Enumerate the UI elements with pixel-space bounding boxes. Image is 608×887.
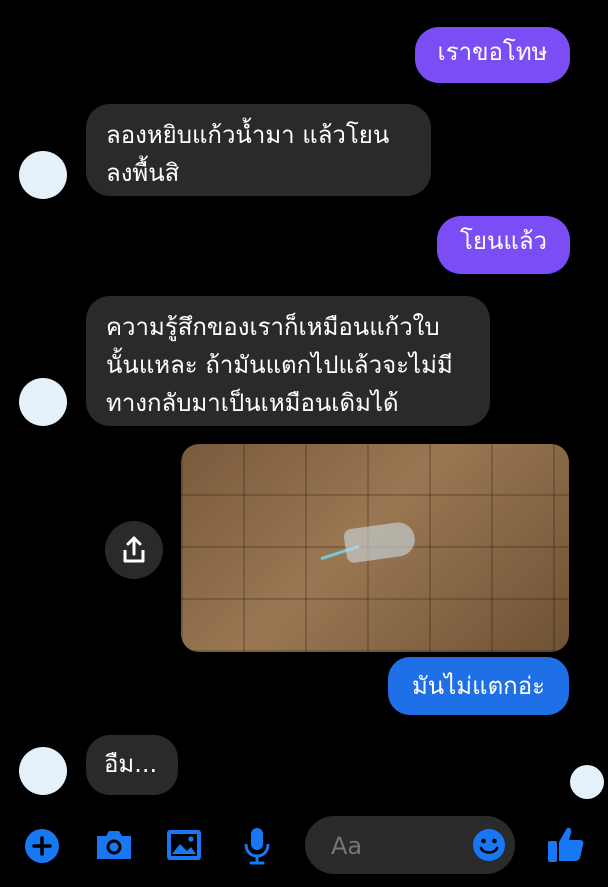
share-button[interactable] <box>105 521 163 579</box>
thumbs-up-icon[interactable] <box>545 823 587 865</box>
message-incoming[interactable]: อืม... <box>86 735 178 795</box>
message-text-line: นั้นแหละ ถ้ามันแตกไปแล้วจะไม่มี <box>106 351 453 379</box>
avatar[interactable] <box>19 378 67 426</box>
microphone-icon[interactable] <box>240 826 274 866</box>
plus-icon[interactable] <box>24 828 60 864</box>
message-text: เราขอโทษ <box>437 38 548 66</box>
message-outgoing[interactable]: มันไม่แตกอ่ะ <box>388 657 569 715</box>
message-outgoing[interactable]: โยนแล้ว <box>437 216 570 274</box>
avatar[interactable] <box>19 151 67 199</box>
share-icon <box>123 536 145 563</box>
message-input[interactable] <box>329 830 483 862</box>
message-incoming[interactable]: ความรู้สึกของเราก็เหมือนแก้วใบ นั้นแหละ … <box>86 296 490 426</box>
message-text: อืม... <box>104 750 158 778</box>
read-receipt-avatar <box>570 765 604 799</box>
message-text-line: ลงพื้นสิ <box>106 159 180 187</box>
message-text: มันไม่แตกอ่ะ <box>411 672 545 700</box>
camera-icon[interactable] <box>93 827 135 863</box>
message-text-line: ลองหยิบแก้วน้ำมา แล้วโยน <box>106 121 390 149</box>
message-input-container[interactable] <box>305 816 515 874</box>
avatar[interactable] <box>19 747 67 795</box>
message-text-line: ทางกลับมาเป็นเหมือนเดิมได้ <box>106 389 399 417</box>
message-text-line: ความรู้สึกของเราก็เหมือนแก้วใบ <box>106 313 440 341</box>
message-incoming[interactable]: ลองหยิบแก้วน้ำมา แล้วโยน ลงพื้นสิ <box>86 104 431 196</box>
emoji-icon[interactable] <box>471 827 507 863</box>
gallery-icon[interactable] <box>165 827 203 863</box>
message-outgoing[interactable]: เราขอโทษ <box>415 27 570 83</box>
message-text: โยนแล้ว <box>459 227 547 255</box>
